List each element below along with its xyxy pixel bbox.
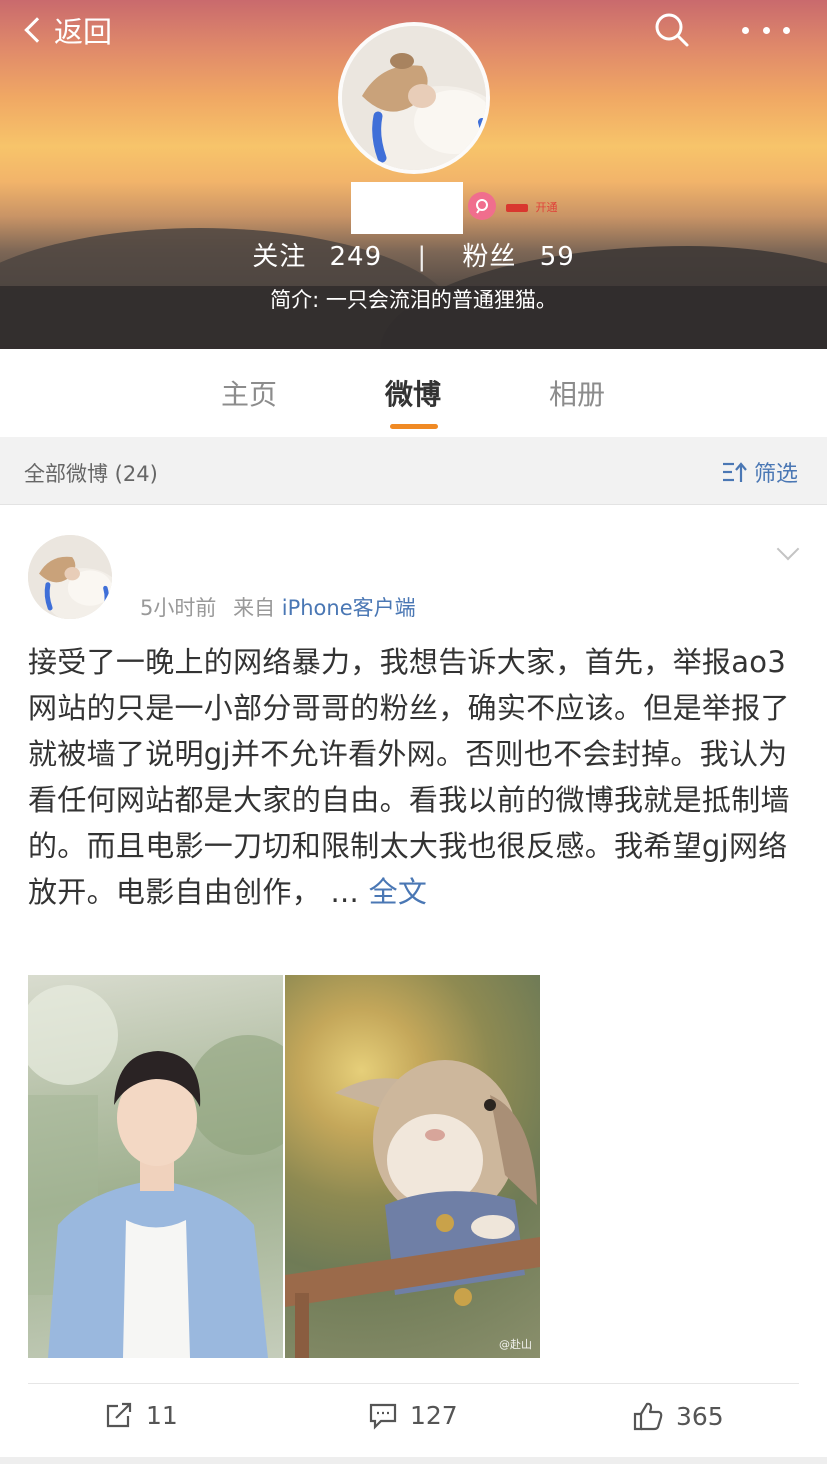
post-divider — [28, 1383, 799, 1384]
vip-badge[interactable]: 开通 — [506, 199, 558, 215]
post-body: 接受了一晚上的网络暴力，我想告诉大家，首先，举报ao3网站的只是一小部分哥哥的粉… — [28, 645, 790, 909]
chevron-down-icon[interactable] — [776, 537, 800, 561]
back-label: 返回 — [54, 15, 113, 49]
repost-count: 11 — [146, 1401, 178, 1430]
followers-count: 59 — [539, 242, 575, 272]
profile-avatar[interactable] — [338, 22, 490, 174]
tab-weibo[interactable]: 微博 — [385, 373, 441, 413]
post-count-label: 全部微博 (24) — [24, 462, 158, 486]
post-time: 5小时前 — [140, 596, 217, 620]
more-button[interactable] — [742, 14, 790, 46]
vip-icon[interactable] — [468, 192, 496, 220]
chevron-left-icon — [24, 17, 50, 43]
post-source[interactable]: iPhone客户端 — [282, 596, 416, 620]
like-icon — [633, 1402, 663, 1431]
tab-home[interactable]: 主页 — [221, 373, 277, 413]
image-watermark: @赴山 — [499, 1338, 532, 1351]
search-icon — [655, 13, 689, 47]
post-actions: 11 127 365 — [0, 1401, 827, 1441]
search-button[interactable] — [652, 10, 692, 50]
comment-count: 127 — [410, 1401, 458, 1430]
more-dots-icon — [742, 26, 749, 34]
post-author-avatar[interactable] — [28, 535, 112, 619]
like-count: 365 — [676, 1401, 724, 1431]
vip-badge-label: 开通 — [535, 201, 558, 214]
back-button[interactable]: 返回 — [22, 10, 112, 50]
repost-icon — [106, 1402, 132, 1427]
filter-bar: 全部微博 (24) 筛选 — [0, 437, 827, 505]
username-redacted — [351, 182, 463, 234]
avatar-image — [342, 26, 486, 170]
followers-stat[interactable]: 粉丝 59 — [462, 236, 574, 273]
repost-button[interactable]: 11 — [104, 1401, 178, 1430]
filter-button[interactable]: 筛选 — [722, 456, 798, 488]
filter-icon — [723, 462, 747, 482]
stats-separator: | — [417, 242, 428, 272]
following-count: 249 — [329, 242, 383, 272]
vip-level-icon — [506, 204, 528, 212]
filter-label: 筛选 — [754, 462, 799, 487]
person-photo — [28, 985, 283, 1358]
post-image-1[interactable] — [28, 975, 283, 1358]
post-meta: 5小时前 来自 iPhone客户端 — [140, 592, 416, 622]
followers-label: 粉丝 — [462, 242, 517, 272]
section-separator — [0, 1457, 827, 1464]
tab-album[interactable]: 相册 — [549, 373, 605, 413]
profile-bio: 简介: 一只会流泪的普通狸猫。 — [270, 288, 557, 312]
post-image-2[interactable]: @赴山 — [285, 975, 540, 1358]
profile-stats: 关注 249 | 粉丝 59 — [0, 236, 827, 273]
vip-glyph-icon — [476, 199, 488, 214]
profile-header: 返回 开通 关注 249 | 粉丝 59 简介: 一只会流泪的普通狸猫。 — [0, 0, 827, 349]
like-button[interactable]: 365 — [632, 1401, 724, 1431]
following-stat[interactable]: 关注 249 — [252, 236, 382, 273]
post-source-prefix: 来自 — [233, 596, 276, 620]
avatar-image — [28, 535, 112, 619]
following-label: 关注 — [252, 242, 307, 272]
comment-button[interactable]: 127 — [368, 1401, 458, 1430]
full-text-link[interactable]: 全文 — [369, 875, 428, 909]
post-text: 接受了一晚上的网络暴力，我想告诉大家，首先，举报ao3网站的只是一小部分哥哥的粉… — [28, 639, 798, 915]
weibo-post: 5小时前 来自 iPhone客户端 接受了一晚上的网络暴力，我想告诉大家，首先，… — [0, 505, 827, 1464]
profile-tabs: 主页 微博 相册 — [0, 349, 827, 437]
rabbit-photo — [285, 1060, 540, 1358]
active-tab-indicator — [390, 424, 438, 429]
comment-icon — [369, 1403, 397, 1430]
